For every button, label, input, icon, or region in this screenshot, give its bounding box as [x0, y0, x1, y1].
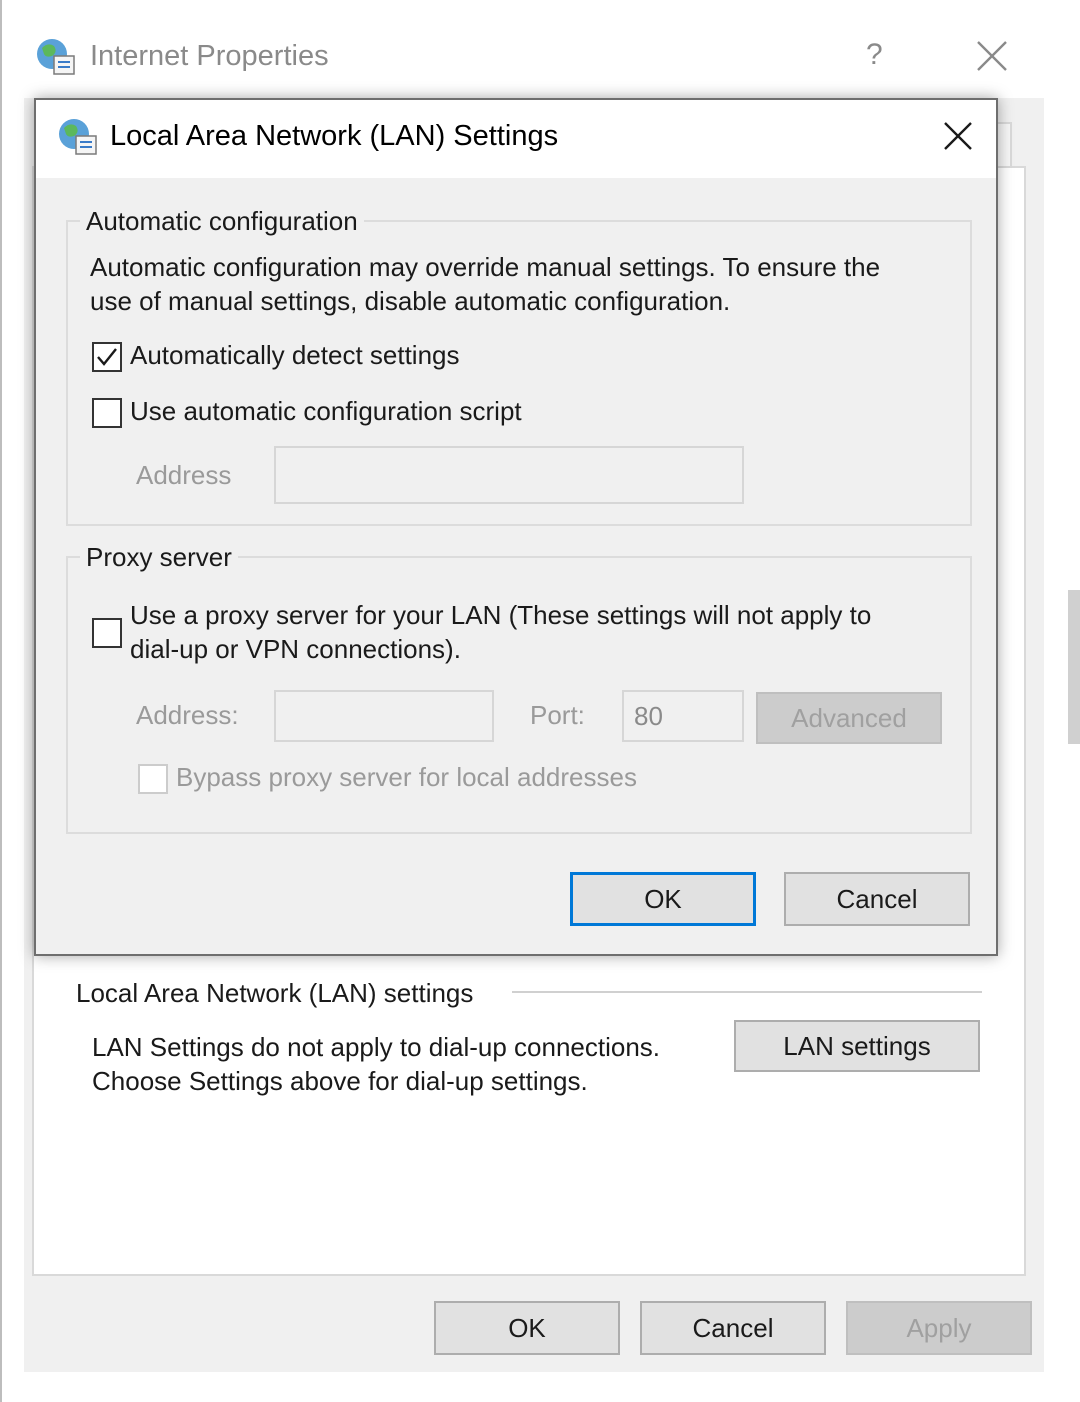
dialog-title: Local Area Network (LAN) Settings: [110, 120, 559, 152]
globe-network-icon: [56, 116, 100, 158]
proxy-port-input[interactable]: [622, 690, 744, 742]
auto-detect-checkbox[interactable]: [92, 342, 122, 372]
dialog-ok-button[interactable]: OK: [570, 872, 756, 926]
proxy-address-input[interactable]: [274, 690, 494, 742]
group-divider: [512, 991, 982, 993]
side-scroll-edge: [1068, 590, 1080, 744]
apply-button[interactable]: Apply: [846, 1301, 1032, 1355]
lan-settings-group-label: Local Area Network (LAN) settings: [76, 978, 474, 1008]
automatic-configuration-label: Automatic configuration: [80, 206, 364, 237]
script-address-label: Address: [136, 460, 232, 490]
use-config-script-label[interactable]: Use automatic configuration script: [130, 396, 522, 427]
proxy-server-label: Proxy server: [80, 542, 238, 573]
window-left-border: [0, 0, 2, 1402]
automatic-configuration-description: use of manual settings, disable automati…: [90, 286, 731, 316]
globe-network-icon: [34, 36, 78, 78]
window-title: Internet Properties: [90, 40, 329, 72]
advanced-button[interactable]: Advanced: [756, 692, 942, 744]
bypass-local-label[interactable]: Bypass proxy server for local addresses: [176, 762, 637, 793]
automatic-configuration-description: Automatic configuration may override man…: [90, 252, 881, 282]
auto-detect-label[interactable]: Automatically detect settings: [130, 340, 460, 371]
tab-edge: [996, 122, 1012, 168]
script-address-input[interactable]: [274, 446, 744, 504]
use-proxy-checkbox[interactable]: [92, 618, 122, 648]
dialog-cancel-button[interactable]: Cancel: [784, 872, 970, 926]
close-icon[interactable]: [940, 118, 976, 154]
checkmark-icon: [97, 348, 117, 366]
cancel-button[interactable]: Cancel: [640, 1301, 826, 1355]
close-icon[interactable]: [972, 36, 1012, 76]
use-config-script-checkbox[interactable]: [92, 398, 122, 428]
help-button[interactable]: ?: [866, 38, 883, 72]
use-proxy-label[interactable]: Use a proxy server for your LAN (These s…: [130, 600, 871, 631]
ok-button[interactable]: OK: [434, 1301, 620, 1355]
proxy-address-label: Address:: [136, 700, 239, 730]
lan-settings-dialog: Local Area Network (LAN) Settings Automa…: [34, 98, 998, 956]
bypass-local-checkbox[interactable]: [138, 764, 168, 794]
lan-settings-button[interactable]: LAN settings: [734, 1020, 980, 1072]
lan-settings-description: LAN Settings do not apply to dial-up con…: [92, 1032, 661, 1062]
lan-settings-description: Choose Settings above for dial-up settin…: [92, 1066, 588, 1096]
proxy-port-label: Port:: [530, 700, 585, 730]
use-proxy-label[interactable]: dial-up or VPN connections).: [130, 634, 461, 665]
